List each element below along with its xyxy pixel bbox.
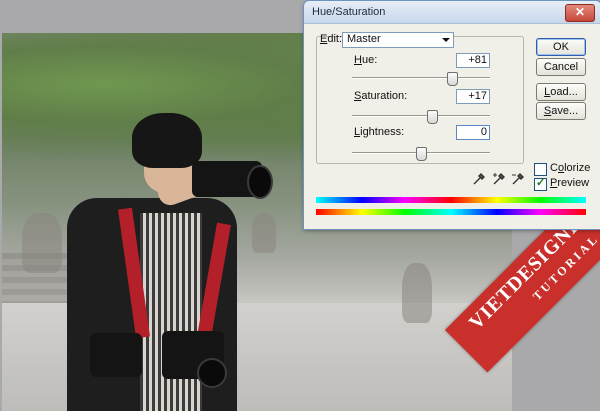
close-icon: ✕ [574,5,586,19]
preview-checkbox[interactable] [534,176,547,191]
eyedropper-minus-icon[interactable] [511,172,525,186]
edit-label: Edit: [320,33,343,45]
hue-slider-thumb[interactable] [446,72,458,86]
hue-saturation-dialog: Hue/Saturation ✕ Edit: Master Hue: +81 S… [303,0,600,230]
lightness-input[interactable]: 0 [456,125,490,140]
load-button[interactable]: Load... [536,83,586,101]
input-color-spectrum [316,209,586,215]
edit-group-box [316,36,524,164]
cancel-button[interactable]: Cancel [536,58,586,76]
save-button[interactable]: Save... [536,102,586,120]
dialog-titlebar[interactable]: Hue/Saturation ✕ [304,1,600,24]
checkered-shirt [140,213,202,411]
photographer-figure [52,113,282,411]
saturation-label: Saturation: [354,90,408,102]
dialog-title: Hue/Saturation [312,6,386,18]
lightness-label: Lightness: [354,126,405,138]
preview-label: Preview [550,177,590,189]
colorize-label: Colorize [550,162,591,174]
saturation-slider-track[interactable] [352,115,490,117]
camera-lens [197,358,227,388]
adjusted-color-spectrum [316,197,586,203]
colorize-checkbox[interactable] [534,163,547,176]
hair [132,113,202,168]
hue-label: Hue: [354,54,378,66]
chevron-down-icon [442,38,450,42]
lightness-slider-thumb[interactable] [415,147,427,161]
camera-lens [247,165,273,199]
background-person [402,263,432,323]
edit-channel-value: Master [347,33,381,45]
close-button[interactable]: ✕ [565,4,595,22]
ok-button[interactable]: OK [536,38,586,56]
eyedropper-plus-icon[interactable] [492,172,506,186]
saturation-input[interactable]: +17 [456,89,490,104]
eyedropper-icon[interactable] [472,172,486,186]
camera [90,333,142,377]
hue-slider-track[interactable] [352,77,490,79]
hue-input[interactable]: +81 [456,53,490,68]
saturation-slider-thumb[interactable] [427,110,439,124]
edit-channel-select[interactable]: Master [342,32,454,48]
